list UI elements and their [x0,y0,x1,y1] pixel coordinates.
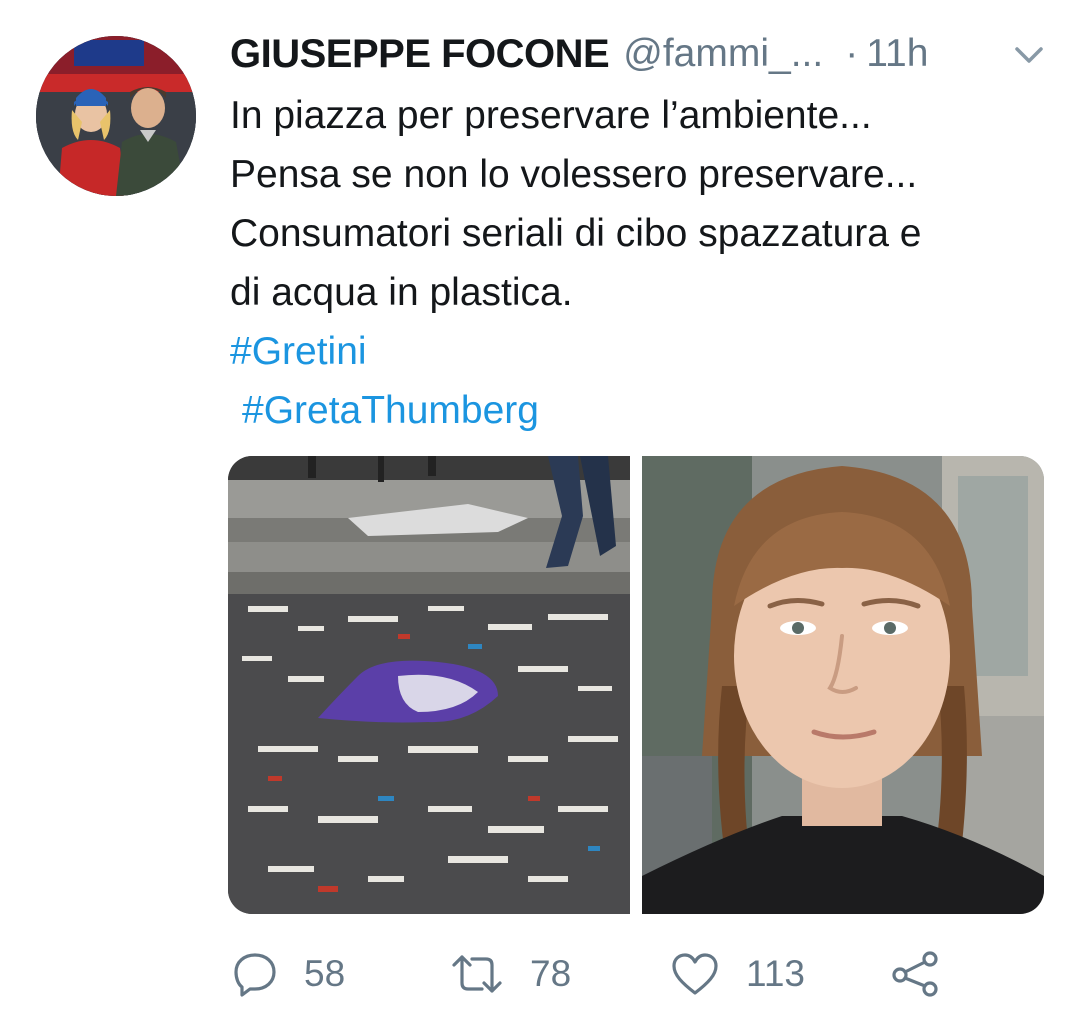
reply-button[interactable]: 58 [232,944,345,1004]
reply-icon [232,951,278,997]
tweet-text-line: di acqua in plastica. [230,271,573,314]
tweet-header: GIUSEPPE FOCONE @fammi_... · 11h [230,28,1050,80]
tweet-actions: 58 78 113 [228,944,1048,1004]
reply-count: 58 [304,953,346,994]
like-button[interactable]: 113 [670,944,805,1004]
retweet-count: 78 [530,953,572,994]
hashtag-link[interactable]: #GretaThumberg [242,381,1050,440]
author-handle[interactable]: @fammi_... [623,32,823,76]
litter-street-photo [228,456,630,914]
heart-icon [670,951,720,997]
separator-dot: · [845,32,859,75]
share-icon [890,949,940,999]
avatar[interactable] [36,36,196,196]
tweet-timestamp[interactable]: 11h [866,32,928,76]
tweet-media [228,456,1044,914]
tweet-text-line: In piazza per preservare l’ambiente... [230,94,872,137]
media-image-left[interactable] [228,456,630,914]
retweet-button[interactable]: 78 [450,944,571,1004]
chevron-down-icon[interactable] [1014,44,1044,66]
media-image-right[interactable] [642,456,1044,914]
retweet-icon [450,951,504,997]
portrait-photo [642,456,1044,914]
tweet-text-line: Consumatori seriali di cibo spazzatura e [230,212,922,255]
hashtag-link[interactable]: #Gretini [230,322,1050,381]
share-button[interactable] [890,944,940,1004]
avatar-photo [36,36,196,196]
author-display-name[interactable]: GIUSEPPE FOCONE [230,32,610,77]
tweet-text-line: Pensa se non lo volessero preservare... [230,153,918,196]
tweet-body: In piazza per preservare l’ambiente... P… [230,86,1050,440]
like-count: 113 [746,953,805,994]
